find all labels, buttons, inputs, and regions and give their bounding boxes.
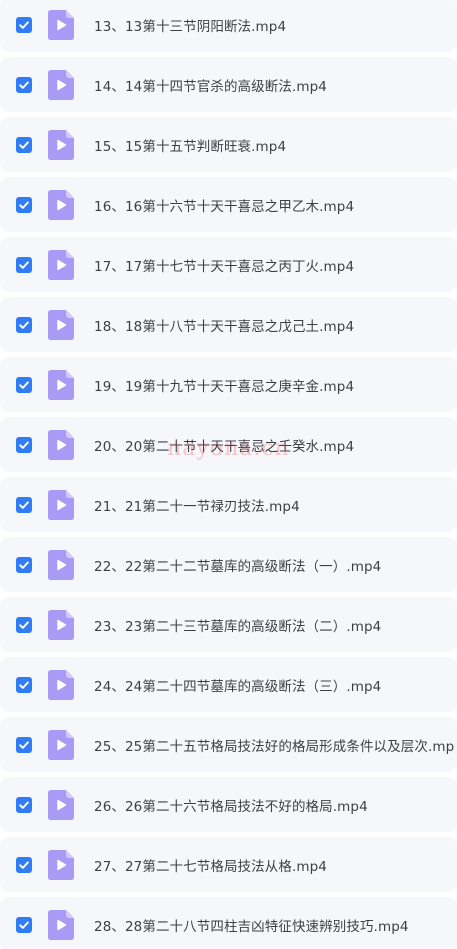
file-checkbox[interactable] (16, 616, 32, 633)
file-name: 15、15第十五节判断旺衰.mp4 (94, 138, 287, 155)
file-name: 28、28第二十八节四柱吉凶特征快速辨别技巧.mp4 (94, 918, 409, 935)
checkmark-icon (19, 260, 29, 269)
file-name: 17、17第十七节十天干喜忌之丙丁火.mp4 (94, 258, 355, 275)
file-name: 20、20第二十节十天干喜忌之壬癸水.mp4 (94, 438, 355, 455)
file-checkbox[interactable] (16, 196, 32, 213)
file-name: 16、16第十六节十天干喜忌之甲乙木.mp4 (94, 198, 355, 215)
video-file-icon (48, 189, 74, 220)
video-file-icon (48, 609, 74, 640)
video-file-icon (48, 9, 74, 40)
file-checkbox[interactable] (16, 76, 32, 93)
file-row[interactable]: 14、14第十四节官杀的高级断法.mp4 (0, 57, 457, 112)
file-checkbox[interactable] (16, 256, 32, 273)
file-checkbox[interactable] (16, 676, 32, 693)
checkmark-icon (19, 500, 29, 509)
file-row[interactable]: 18、18第十八节十天干喜忌之戊己土.mp4 (0, 297, 457, 352)
video-file-icon (48, 489, 74, 520)
file-list: 13、13第十三节阴阳断法.mp4 14、14第十四节官杀的高级断法.mp4 15、… (0, 0, 457, 949)
checkmark-icon (19, 80, 29, 89)
file-checkbox[interactable] (16, 796, 32, 813)
file-name: 13、13第十三节阴阳断法.mp4 (94, 18, 287, 35)
file-name: 23、23第二十三节墓库的高级断法（二）.mp4 (94, 618, 382, 635)
file-row[interactable]: 24、24第二十四节墓库的高级断法（三）.mp4 (0, 657, 457, 712)
file-row[interactable]: 26、26第二十六节格局技法不好的格局.mp4 (0, 777, 457, 832)
file-row[interactable]: 17、17第十七节十天干喜忌之丙丁火.mp4 (0, 237, 457, 292)
checkmark-icon (19, 920, 29, 929)
checkmark-icon (19, 320, 29, 329)
checkmark-icon (19, 740, 29, 749)
file-checkbox[interactable] (16, 916, 32, 933)
file-name: 25、25第二十五节格局技法好的格局形成条件以及层次.mp (94, 738, 455, 755)
file-name: 22、22第二十二节墓库的高级断法（一）.mp4 (94, 558, 382, 575)
file-checkbox[interactable] (16, 436, 32, 453)
file-name: 18、18第十八节十天干喜忌之戊己土.mp4 (94, 318, 355, 335)
video-file-icon (48, 69, 74, 100)
file-name: 19、19第十九节十天干喜忌之庚辛金.mp4 (94, 378, 355, 395)
file-name: 14、14第十四节官杀的高级断法.mp4 (94, 78, 327, 95)
checkmark-icon (19, 680, 29, 689)
checkmark-icon (19, 140, 29, 149)
checkmark-icon (19, 620, 29, 629)
video-file-icon (48, 849, 74, 880)
file-row[interactable]: 21、21第二十一节禄刃技法.mp4 (0, 477, 457, 532)
file-checkbox[interactable] (16, 316, 32, 333)
checkmark-icon (19, 860, 29, 869)
file-row[interactable]: 19、19第十九节十天干喜忌之庚辛金.mp4 (0, 357, 457, 412)
video-file-icon (48, 669, 74, 700)
video-file-icon (48, 789, 74, 820)
file-checkbox[interactable] (16, 376, 32, 393)
file-row[interactable]: 27、27第二十七节格局技法从格.mp4 (0, 837, 457, 892)
checkmark-icon (19, 200, 29, 209)
video-file-icon (48, 909, 74, 940)
file-name: 24、24第二十四节墓库的高级断法（三）.mp4 (94, 678, 382, 695)
file-row[interactable]: 20、20第二十节十天干喜忌之壬癸水.mp4 (0, 417, 457, 472)
video-file-icon (48, 249, 74, 280)
file-row[interactable]: 16、16第十六节十天干喜忌之甲乙木.mp4 (0, 177, 457, 232)
file-row[interactable]: 23、23第二十三节墓库的高级断法（二）.mp4 (0, 597, 457, 652)
file-name: 26、26第二十六节格局技法不好的格局.mp4 (94, 798, 368, 815)
video-file-icon (48, 369, 74, 400)
checkmark-icon (19, 20, 29, 29)
checkmark-icon (19, 380, 29, 389)
video-file-icon (48, 309, 74, 340)
file-checkbox[interactable] (16, 856, 32, 873)
file-name: 27、27第二十七节格局技法从格.mp4 (94, 858, 327, 875)
file-row[interactable]: 13、13第十三节阴阳断法.mp4 (0, 0, 457, 52)
file-checkbox[interactable] (16, 136, 32, 153)
video-file-icon (48, 129, 74, 160)
file-row[interactable]: 22、22第二十二节墓库的高级断法（一）.mp4 (0, 537, 457, 592)
file-name: 21、21第二十一节禄刃技法.mp4 (94, 498, 300, 515)
checkmark-icon (19, 440, 29, 449)
file-checkbox[interactable] (16, 496, 32, 513)
video-file-icon (48, 729, 74, 760)
checkmark-icon (19, 560, 29, 569)
file-checkbox[interactable] (16, 736, 32, 753)
file-checkbox[interactable] (16, 16, 32, 33)
video-file-icon (48, 549, 74, 580)
video-file-icon (48, 429, 74, 460)
checkmark-icon (19, 800, 29, 809)
file-checkbox[interactable] (16, 556, 32, 573)
file-row[interactable]: 15、15第十五节判断旺衰.mp4 (0, 117, 457, 172)
file-row[interactable]: 28、28第二十八节四柱吉凶特征快速辨别技巧.mp4 (0, 897, 457, 949)
file-row[interactable]: 25、25第二十五节格局技法好的格局形成条件以及层次.mp (0, 717, 457, 772)
